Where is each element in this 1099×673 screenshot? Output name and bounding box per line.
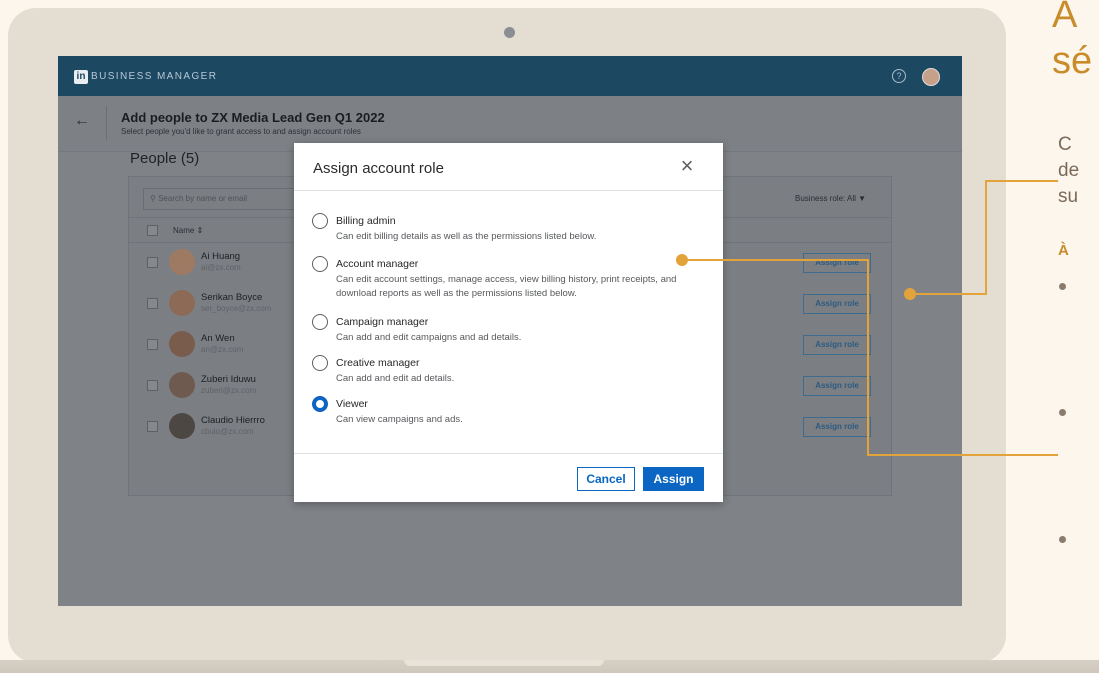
row-checkbox[interactable]	[147, 298, 158, 309]
linkedin-logo-icon: in	[74, 70, 88, 84]
person-email: cbuio@zx.com	[201, 427, 254, 436]
callout-line	[867, 454, 1058, 456]
brand-label: BUSINESS MANAGER	[91, 71, 218, 82]
person-email: ai@zx.com	[201, 263, 241, 272]
option-label: Account manager	[336, 258, 419, 270]
people-title: People (5)	[130, 150, 200, 167]
divider	[294, 453, 723, 454]
business-role-filter[interactable]: Business role: All ▼	[795, 194, 866, 203]
avatar	[169, 249, 195, 275]
bullet	[1059, 409, 1066, 416]
radio-button[interactable]	[312, 355, 328, 371]
user-avatar[interactable]	[922, 68, 940, 86]
person-name: Ai Huang	[201, 251, 241, 262]
camera-icon	[504, 27, 515, 38]
option-label: Viewer	[336, 398, 368, 410]
row-checkbox[interactable]	[147, 339, 158, 350]
callout-line	[916, 293, 986, 295]
option-label: Campaign manager	[336, 316, 429, 328]
option-description: Can view campaigns and ads.	[336, 414, 463, 425]
page-title: Add people to ZX Media Lead Gen Q1 2022	[121, 110, 385, 125]
avatar	[169, 372, 195, 398]
side-text: C	[1058, 134, 1072, 155]
divider	[294, 190, 723, 191]
assign-role-button[interactable]: Assign role	[803, 417, 871, 437]
person-email: an@zx.com	[201, 345, 244, 354]
side-heading: A	[1052, 0, 1078, 36]
assign-button[interactable]: Assign	[643, 467, 704, 491]
side-bold-label: À	[1058, 242, 1069, 259]
help-icon[interactable]: ?	[892, 69, 906, 83]
avatar	[169, 290, 195, 316]
modal-title: Assign account role	[313, 160, 444, 177]
back-arrow-icon[interactable]: ←	[74, 112, 90, 130]
cancel-button[interactable]: Cancel	[577, 467, 635, 491]
name-column-header[interactable]: Name ⇕	[173, 226, 203, 235]
laptop-notch	[404, 660, 604, 666]
callout-line	[985, 180, 987, 295]
callout-dot	[676, 254, 688, 266]
person-name: Serikan Boyce	[201, 292, 263, 303]
side-text: de	[1058, 160, 1080, 181]
search-icon: ⚲	[150, 194, 156, 203]
avatar	[169, 413, 195, 439]
callout-dot	[904, 288, 916, 300]
person-name: Claudio Hierrro	[201, 415, 265, 426]
top-navbar: in BUSINESS MANAGER ?	[58, 56, 962, 96]
bullet	[1059, 283, 1066, 290]
assign-role-button[interactable]: Assign role	[803, 335, 871, 355]
row-checkbox[interactable]	[147, 421, 158, 432]
select-all-checkbox[interactable]	[147, 225, 158, 236]
option-description: Can add and edit ad details.	[336, 373, 455, 384]
option-description: Can edit billing details as well as the …	[336, 231, 597, 242]
person-email: ser_boyce@zx.com	[201, 304, 272, 313]
row-checkbox[interactable]	[147, 257, 158, 268]
callout-line	[688, 259, 868, 261]
assign-role-button[interactable]: Assign role	[803, 253, 871, 273]
close-icon[interactable]: ×	[675, 154, 699, 178]
side-text: su	[1058, 186, 1079, 207]
radio-button-checked[interactable]	[312, 396, 328, 412]
option-description: Can add and edit campaigns and ad detail…	[336, 332, 522, 343]
bullet	[1059, 536, 1066, 543]
callout-line	[867, 259, 869, 455]
side-heading: sé	[1052, 40, 1093, 82]
avatar	[169, 331, 195, 357]
radio-button[interactable]	[312, 256, 328, 272]
option-label: Creative manager	[336, 357, 420, 369]
row-checkbox[interactable]	[147, 380, 158, 391]
assign-role-modal: Assign account role × Billing admin Can …	[294, 143, 723, 502]
person-email: zuberi@zx.com	[201, 386, 257, 395]
search-input[interactable]: ⚲ Search by name or email	[143, 188, 311, 210]
person-name: Zuberi Iduwu	[201, 374, 256, 385]
page-description: Select people you'd like to grant access…	[121, 127, 361, 136]
option-description: Can edit account settings, manage access…	[336, 274, 677, 299]
divider	[106, 106, 107, 140]
person-name: An Wen	[201, 333, 235, 344]
search-placeholder: Search by name or email	[158, 194, 248, 203]
option-label: Billing admin	[336, 215, 396, 227]
radio-button[interactable]	[312, 314, 328, 330]
radio-button[interactable]	[312, 213, 328, 229]
callout-line	[985, 180, 1058, 182]
assign-role-button[interactable]: Assign role	[803, 376, 871, 396]
assign-role-button[interactable]: Assign role	[803, 294, 871, 314]
